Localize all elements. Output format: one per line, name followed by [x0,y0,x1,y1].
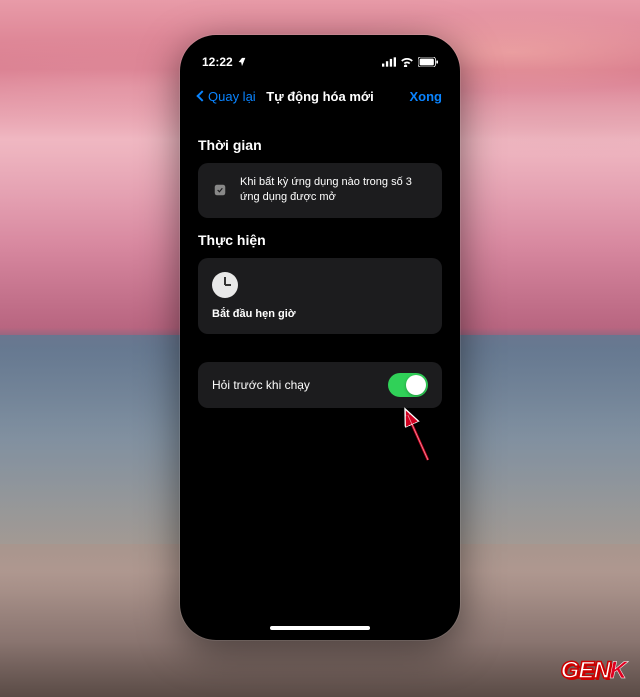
content-area: Thời gian Khi bất kỳ ứng dụng nào trong … [184,117,456,414]
action-label: Bắt đầu hẹn giờ [212,308,428,320]
section-header-do: Thực hiện [198,232,442,248]
status-time: 12:22 [202,55,233,69]
logo-text-main: GEN [561,657,610,684]
phone-notch [260,39,380,61]
home-indicator[interactable] [270,626,370,630]
signal-icon [382,57,396,67]
ask-before-running-row: Hỏi trước khi chạy [198,362,442,408]
phone-frame: 12:22 Quay lại Tự động hóa mới Xong Thời… [180,35,460,640]
done-button[interactable]: Xong [410,89,443,104]
clock-icon [212,272,238,298]
page-title: Tự động hóa mới [266,89,373,104]
location-icon [237,57,247,67]
toggle-label: Hỏi trước khi chạy [212,378,310,392]
status-right [382,57,438,67]
when-condition-text: Khi bất kỳ ứng dụng nào trong số 3 ứng d… [240,175,428,206]
chevron-left-icon [196,90,207,101]
app-icon [212,182,228,198]
battery-icon [418,57,438,67]
action-card[interactable]: Bắt đầu hẹn giờ [198,258,442,334]
back-button[interactable]: Quay lại [198,89,256,104]
section-header-when: Thời gian [198,137,442,153]
wifi-icon [400,57,414,67]
back-label: Quay lại [208,89,256,104]
logo-text-accent: K [610,657,626,684]
when-condition-card[interactable]: Khi bất kỳ ứng dụng nào trong số 3 ứng d… [198,163,442,218]
brand-logo: GENK [561,657,626,685]
ask-before-running-toggle[interactable] [388,373,428,397]
phone-screen: 12:22 Quay lại Tự động hóa mới Xong Thời… [184,39,456,636]
navigation-bar: Quay lại Tự động hóa mới Xong [184,75,456,117]
